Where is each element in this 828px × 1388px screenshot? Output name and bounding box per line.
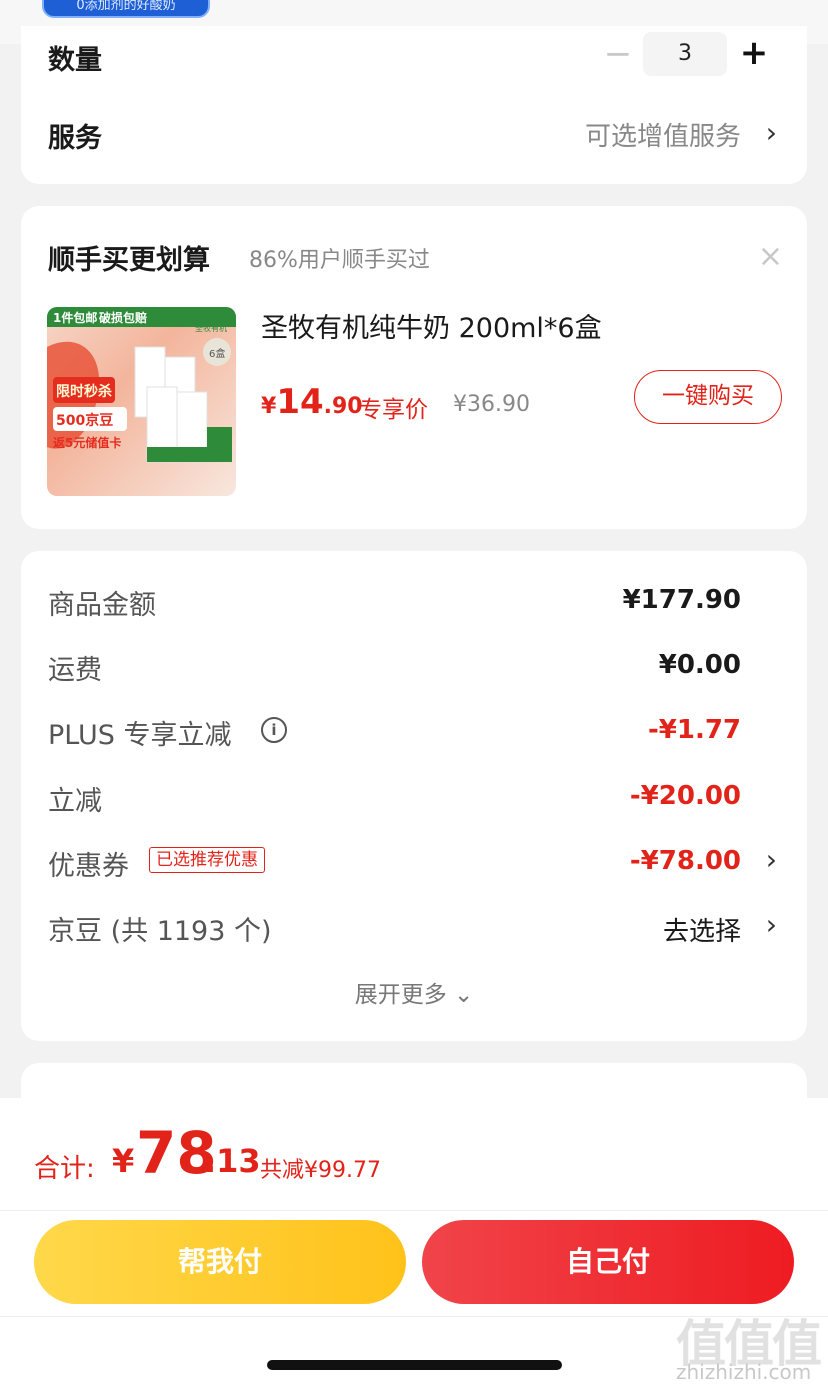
- plus-discount-value: -¥1.77: [647, 715, 741, 745]
- product-image-art: 1件包邮 破损包赔 ORGANIC 圣牧有机 限时秒杀 500京豆 返5元储值卡…: [47, 307, 236, 463]
- plus-discount-label: PLUS 专享立减: [48, 720, 232, 751]
- quantity-increment-button[interactable]: +: [739, 34, 769, 74]
- close-icon[interactable]: ×: [758, 242, 783, 272]
- recommend-subtitle: 86%用户顺手买过: [249, 248, 430, 273]
- original-price: ¥36.90: [453, 392, 530, 417]
- price-decimal: .90: [323, 394, 363, 419]
- divider: [0, 1210, 828, 1211]
- coupon-label: 优惠券: [48, 851, 129, 882]
- brand-cn-text: 圣牧有机: [195, 323, 227, 333]
- chevron-right-icon[interactable]: ›: [766, 118, 777, 148]
- goods-amount-value: ¥177.90: [622, 585, 741, 615]
- box-count-text: 6盒: [209, 347, 225, 360]
- instant-discount-label: 立减: [48, 786, 102, 817]
- price-integer: 14: [276, 382, 324, 422]
- service-selector[interactable]: 可选增值服务: [585, 116, 741, 153]
- chevron-right-icon[interactable]: ›: [766, 845, 777, 875]
- recommend-title: 顺手买更划算: [48, 245, 210, 276]
- product-price: ¥14.90: [261, 382, 363, 422]
- jingdou-select[interactable]: 去选择: [663, 911, 741, 948]
- quantity-label: 数量: [48, 45, 102, 76]
- quantity-input[interactable]: 3: [643, 32, 727, 76]
- bean-text: 500京豆: [56, 412, 113, 429]
- coupon-value[interactable]: -¥78.00: [630, 846, 741, 876]
- chevron-right-icon[interactable]: ›: [766, 910, 777, 940]
- quantity-service-card: 数量 − 3 + 服务 可选增值服务 ›: [21, 26, 807, 184]
- help-pay-button[interactable]: 帮我付: [34, 1220, 406, 1304]
- one-click-buy-button[interactable]: 一键购买: [634, 370, 782, 424]
- total-symbol: ¥: [112, 1142, 135, 1180]
- home-indicator[interactable]: [267, 1360, 562, 1370]
- product-image[interactable]: 1件包邮 破损包赔 ORGANIC 圣牧有机 限时秒杀 500京豆 返5元储值卡…: [47, 307, 236, 496]
- instant-discount-value: -¥20.00: [629, 781, 741, 811]
- flash-sale-text: 限时秒杀: [56, 383, 112, 400]
- price-symbol: ¥: [261, 394, 277, 419]
- free-ship-text: 1件包邮: [53, 310, 97, 325]
- card-text: 返5元储值卡: [53, 435, 121, 450]
- price-tag: 专享价: [359, 397, 428, 423]
- shipping-label: 运费: [48, 655, 102, 686]
- damage-text: 破损包赔: [99, 310, 147, 325]
- shipping-value: ¥0.00: [658, 650, 741, 680]
- total-saved: 共减¥99.77: [260, 1158, 381, 1183]
- brand-text: ORGANIC: [187, 314, 225, 323]
- service-label: 服务: [48, 123, 102, 154]
- goods-amount-label: 商品金额: [48, 590, 156, 621]
- recommend-card: 顺手买更划算 86%用户顺手买过 × 1件包邮 破损包赔 ORGANIC 圣牧有…: [21, 206, 807, 529]
- expand-more-button[interactable]: 展开更多 ⌄: [21, 975, 807, 1009]
- total-decimal: .13: [204, 1142, 261, 1180]
- total-label: 合计:: [34, 1154, 95, 1184]
- checkout-bar: 合计: ¥ 78 .13 共减¥99.77 帮我付 自己付 值值值 zhizhi…: [0, 1098, 828, 1388]
- info-icon[interactable]: i: [261, 717, 287, 743]
- watermark-url: zhizhizhi.com: [676, 1360, 812, 1384]
- promo-badge: 0添加剂的好酸奶: [42, 0, 210, 18]
- price-breakdown-card: 商品金额 ¥177.90 运费 ¥0.00 PLUS 专享立减 i -¥1.77…: [21, 551, 807, 1041]
- product-name[interactable]: 圣牧有机纯牛奶 200ml*6盒: [261, 306, 602, 345]
- self-pay-button[interactable]: 自己付: [422, 1220, 794, 1304]
- quantity-decrement-button[interactable]: −: [603, 36, 633, 76]
- jingdou-label: 京豆 (共 1193 个): [48, 916, 272, 947]
- coupon-badge: 已选推荐优惠: [149, 847, 265, 873]
